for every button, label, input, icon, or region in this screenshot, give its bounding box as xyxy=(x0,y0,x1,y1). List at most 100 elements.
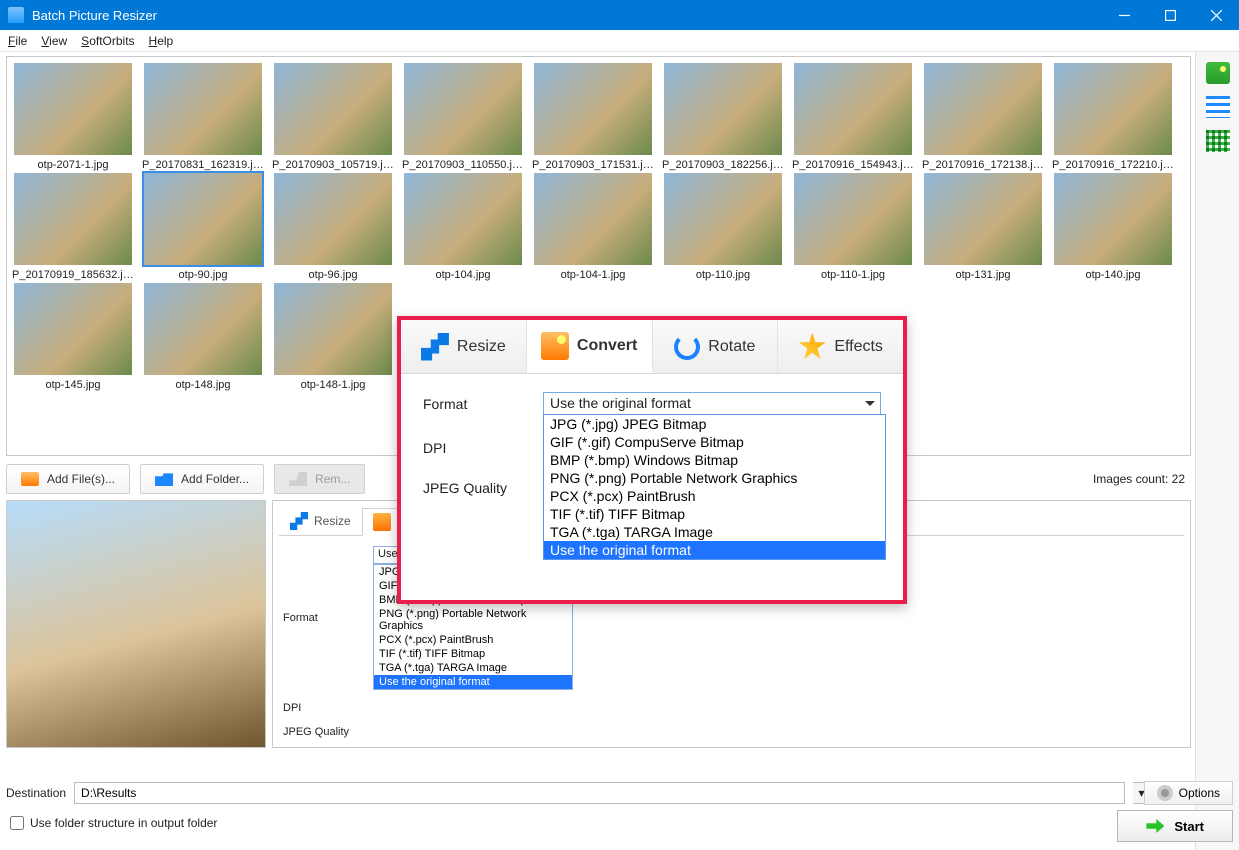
format-option[interactable]: Use the original format xyxy=(544,541,885,559)
thumbnail-item[interactable]: P_20170903_182256.jpg xyxy=(661,63,785,171)
thumbnail-image[interactable] xyxy=(274,283,392,375)
thumbnail-image[interactable] xyxy=(274,173,392,265)
thumbnail-item[interactable]: P_20170903_105719.jpg xyxy=(271,63,395,171)
tab-resize[interactable]: Resize xyxy=(401,320,527,373)
format-option[interactable]: TIF (*.tif) TIFF Bitmap xyxy=(374,647,572,661)
tab-resize-small[interactable]: Resize xyxy=(279,507,362,535)
thumbnail-caption: P_20170903_105719.jpg xyxy=(272,159,394,171)
thumbnail-item[interactable]: P_20170916_172138.jpg xyxy=(921,63,1045,171)
add-files-button[interactable]: Add File(s)... xyxy=(6,464,130,494)
thumbnail-item[interactable]: otp-148.jpg xyxy=(141,283,265,391)
thumbnail-item[interactable]: P_20170916_154943.jpg xyxy=(791,63,915,171)
tab-rotate[interactable]: Rotate xyxy=(653,320,779,373)
minimize-button[interactable] xyxy=(1101,0,1147,30)
thumbnail-item[interactable]: otp-90.jpg xyxy=(141,173,265,281)
use-folder-structure-checkbox[interactable]: Use folder structure in output folder xyxy=(10,816,217,830)
thumbnail-image[interactable] xyxy=(1054,63,1172,155)
thumbnail-caption: otp-104-1.jpg xyxy=(561,269,626,281)
thumbnail-image[interactable] xyxy=(144,63,262,155)
thumbnail-image[interactable] xyxy=(274,63,392,155)
thumbnail-image[interactable] xyxy=(664,63,782,155)
format-option[interactable]: TGA (*.tga) TARGA Image xyxy=(544,523,885,541)
thumbnail-image[interactable] xyxy=(144,283,262,375)
thumbnail-image[interactable] xyxy=(664,173,782,265)
format-option[interactable]: JPG (*.jpg) JPEG Bitmap xyxy=(544,415,885,433)
dpi-label-small: DPI xyxy=(283,702,373,714)
thumbnail-image[interactable] xyxy=(404,173,522,265)
menu-help[interactable]: Help xyxy=(149,34,174,48)
format-option[interactable]: BMP (*.bmp) Windows Bitmap xyxy=(544,451,885,469)
tab-convert-small[interactable] xyxy=(362,508,402,536)
destination-label: Destination xyxy=(6,786,66,800)
thumbnail-item[interactable]: otp-2071-1.jpg xyxy=(11,63,135,171)
format-option[interactable]: Use the original format xyxy=(374,675,572,689)
start-button[interactable]: Start xyxy=(1117,810,1233,842)
thumbnail-item[interactable]: otp-140.jpg xyxy=(1051,173,1175,281)
thumbnail-item[interactable]: P_20170831_162319.jpg xyxy=(141,63,265,171)
thumbnail-image[interactable] xyxy=(794,173,912,265)
thumbnail-item[interactable]: otp-110.jpg xyxy=(661,173,785,281)
thumbnail-item[interactable]: otp-96.jpg xyxy=(271,173,395,281)
thumbnail-image[interactable] xyxy=(404,63,522,155)
thumbnail-caption: otp-148-1.jpg xyxy=(301,379,366,391)
thumbnail-image[interactable] xyxy=(924,63,1042,155)
thumbnail-image[interactable] xyxy=(794,63,912,155)
thumbnail-image[interactable] xyxy=(14,63,132,155)
close-button[interactable] xyxy=(1193,0,1239,30)
thumbnail-item[interactable]: otp-131.jpg xyxy=(921,173,1045,281)
use-folder-structure-input[interactable] xyxy=(10,816,24,830)
format-option[interactable]: TIF (*.tif) TIFF Bitmap xyxy=(544,505,885,523)
remove-icon xyxy=(289,472,307,486)
menu-bar: File View SoftOrbits Help xyxy=(0,30,1239,52)
format-option[interactable]: PCX (*.pcx) PaintBrush xyxy=(374,633,572,647)
thumbnail-image[interactable] xyxy=(1054,173,1172,265)
thumbnail-item[interactable]: otp-145.jpg xyxy=(11,283,135,391)
menu-file[interactable]: File xyxy=(8,34,27,48)
thumbnails-view-icon[interactable] xyxy=(1206,62,1230,84)
thumbnail-image[interactable] xyxy=(14,283,132,375)
thumbnail-item[interactable]: P_20170903_110550.jpg xyxy=(401,63,525,171)
thumbnail-item[interactable]: P_20170919_185632.jpg xyxy=(11,173,135,281)
format-option[interactable]: GIF (*.gif) CompuServe Bitmap xyxy=(544,433,885,451)
thumbnail-item[interactable]: otp-104.jpg xyxy=(401,173,525,281)
jpeg-quality-label-small: JPEG Quality xyxy=(283,726,373,738)
add-folder-label: Add Folder... xyxy=(181,472,249,486)
format-combo[interactable]: Use the original format xyxy=(543,392,881,416)
gear-icon xyxy=(1157,785,1173,801)
thumbnail-item[interactable]: otp-104-1.jpg xyxy=(531,173,655,281)
thumbnail-caption: otp-96.jpg xyxy=(309,269,358,281)
add-files-label: Add File(s)... xyxy=(47,472,115,486)
grid-view-icon[interactable] xyxy=(1206,130,1230,152)
add-folder-button[interactable]: Add Folder... xyxy=(140,464,264,494)
thumbnail-image[interactable] xyxy=(924,173,1042,265)
thumbnail-caption: otp-90.jpg xyxy=(179,269,228,281)
menu-view[interactable]: View xyxy=(41,34,67,48)
thumbnail-image[interactable] xyxy=(144,173,262,265)
thumbnail-item[interactable]: otp-148-1.jpg xyxy=(271,283,395,391)
tab-convert[interactable]: Convert xyxy=(527,320,653,373)
format-option[interactable]: TGA (*.tga) TARGA Image xyxy=(374,661,572,675)
thumbnail-caption: P_20170903_171531.jpg xyxy=(532,159,654,171)
tab-effects[interactable]: Effects xyxy=(778,320,903,373)
thumbnail-item[interactable]: P_20170903_171531.jpg xyxy=(531,63,655,171)
destination-input[interactable] xyxy=(74,782,1125,804)
format-option[interactable]: PNG (*.png) Portable Network Graphics xyxy=(544,469,885,487)
menu-softorbits[interactable]: SoftOrbits xyxy=(81,34,134,48)
maximize-button[interactable] xyxy=(1147,0,1193,30)
options-button[interactable]: Options xyxy=(1144,781,1233,805)
thumbnail-caption: otp-145.jpg xyxy=(45,379,100,391)
list-view-icon[interactable] xyxy=(1206,96,1230,118)
thumbnail-caption: P_20170903_110550.jpg xyxy=(402,159,524,171)
thumbnail-image[interactable] xyxy=(534,173,652,265)
thumbnail-item[interactable]: otp-110-1.jpg xyxy=(791,173,915,281)
thumbnail-caption: otp-104.jpg xyxy=(435,269,490,281)
format-option[interactable]: PNG (*.png) Portable Network Graphics xyxy=(374,607,572,633)
thumbnail-image[interactable] xyxy=(14,173,132,265)
thumbnail-item[interactable]: P_20170916_172210.jpg xyxy=(1051,63,1175,171)
format-dropdown-list[interactable]: JPG (*.jpg) JPEG BitmapGIF (*.gif) Compu… xyxy=(543,414,886,560)
thumbnail-caption: P_20170916_154943.jpg xyxy=(792,159,914,171)
thumbnail-image[interactable] xyxy=(534,63,652,155)
thumbnail-caption: otp-110.jpg xyxy=(696,269,750,281)
format-option[interactable]: PCX (*.pcx) PaintBrush xyxy=(544,487,885,505)
remove-button: Rem... xyxy=(274,464,365,494)
